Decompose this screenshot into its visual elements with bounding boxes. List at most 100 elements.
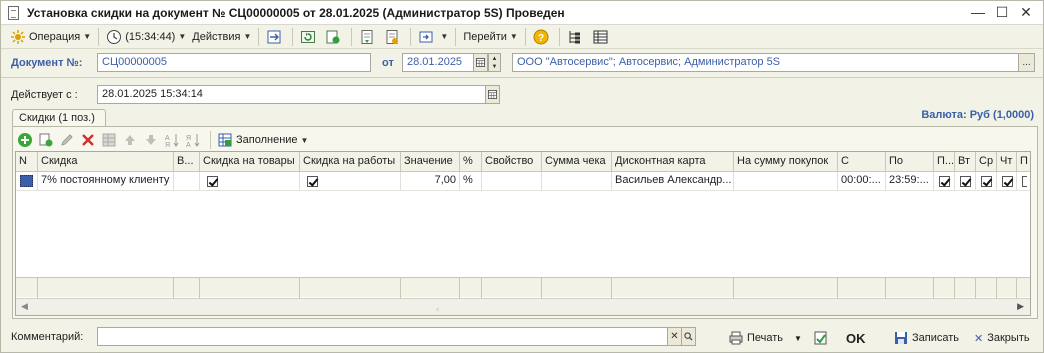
refresh-button[interactable] <box>297 27 322 47</box>
column-header[interactable]: Вт <box>955 152 976 172</box>
v-cell[interactable] <box>174 172 200 191</box>
organization-field[interactable]: ООО "Автосервис"; Автосервис; Администра… <box>512 53 1019 72</box>
goto-menu[interactable]: Перейти ▼ <box>460 27 521 47</box>
svg-text:Я: Я <box>165 142 170 148</box>
column-header[interactable]: % <box>460 152 482 172</box>
time-menu[interactable]: (15:34:44) ▼ <box>103 27 189 47</box>
purchase-sum-cell[interactable] <box>734 172 838 191</box>
discount-cell[interactable]: 7% постоянному клиенту <box>38 172 174 191</box>
edit-row-icon[interactable] <box>59 132 75 148</box>
check-sum-cell[interactable] <box>542 172 612 191</box>
list-button[interactable] <box>589 27 614 47</box>
effective-date-field[interactable]: 28.01.2025 15:34:14 <box>97 85 486 104</box>
row-selector[interactable] <box>16 172 38 191</box>
column-header[interactable]: В... <box>174 152 200 172</box>
document-number-field[interactable]: СЦ00000005 <box>97 53 371 72</box>
post-button[interactable] <box>263 27 288 47</box>
based-on-menu[interactable]: ▼ <box>415 27 451 47</box>
table-row[interactable]: 7% постоянному клиенту 7,00 % Васильев А… <box>16 172 1030 191</box>
post-and-close-button[interactable] <box>813 329 832 347</box>
monday-cell[interactable] <box>934 172 955 191</box>
column-header[interactable]: N <box>16 152 38 172</box>
column-header[interactable]: Скидка на работы <box>300 152 401 172</box>
goods-discount-cell[interactable] <box>200 172 300 191</box>
column-header[interactable]: Чт <box>997 152 1017 172</box>
percent-cell[interactable]: % <box>460 172 482 191</box>
search-comment-button[interactable] <box>681 327 696 346</box>
delete-row-icon[interactable] <box>80 132 96 148</box>
close-button[interactable]: ✕ <box>1017 3 1035 21</box>
chevron-down-icon: ▼ <box>243 32 252 41</box>
actions-menu[interactable]: Действия ▼ <box>189 27 254 47</box>
move-down-icon[interactable] <box>143 132 159 148</box>
friday-cell[interactable] <box>1017 172 1030 191</box>
date-spinner[interactable]: ▲ ▼ <box>488 53 501 72</box>
checkbox-checked[interactable] <box>307 176 318 187</box>
column-header[interactable]: Скидка <box>38 152 174 172</box>
chevron-down-icon: ▼ <box>440 32 449 41</box>
copy-row-icon[interactable] <box>38 132 54 148</box>
checkbox-checked[interactable] <box>960 176 971 187</box>
column-header[interactable]: П... <box>934 152 955 172</box>
time-from-cell[interactable]: 00:00:... <box>838 172 886 191</box>
column-header[interactable]: Ср <box>976 152 997 172</box>
property-cell[interactable] <box>482 172 542 191</box>
discount-card-cell[interactable]: Васильев Александр... <box>612 172 734 191</box>
ok-button[interactable]: OK <box>846 329 866 347</box>
copy-button[interactable] <box>322 27 347 47</box>
minimize-button[interactable]: — <box>969 3 987 21</box>
horizontal-scrollbar[interactable]: ◀ ▫ ▶ <box>16 298 1030 315</box>
column-header[interactable]: На сумму покупок <box>734 152 838 172</box>
checkbox-checked[interactable] <box>939 176 950 187</box>
add-row-icon[interactable] <box>17 132 33 148</box>
save-button[interactable]: Записать <box>893 329 959 347</box>
scroll-left-icon[interactable]: ◀ <box>21 301 28 312</box>
fill-menu[interactable]: Заполнение ▼ <box>217 130 308 150</box>
time-to-cell[interactable]: 23:59:... <box>886 172 934 191</box>
based-on-icon <box>418 29 434 45</box>
works-discount-cell[interactable] <box>300 172 401 191</box>
effective-calendar-button[interactable] <box>485 85 500 104</box>
print-menu-arrow[interactable]: ▼ <box>794 329 802 347</box>
calendar-button[interactable] <box>473 53 488 72</box>
toolbar-separator <box>98 27 100 46</box>
structure-button[interactable] <box>381 27 406 47</box>
move-up-icon[interactable] <box>122 132 138 148</box>
print-button[interactable]: Печать <box>728 329 783 347</box>
thursday-cell[interactable] <box>997 172 1017 191</box>
checkbox-checked[interactable] <box>1002 176 1013 187</box>
comment-field[interactable] <box>97 327 668 346</box>
operation-menu[interactable]: Операция ▼ <box>7 27 94 47</box>
column-header[interactable]: П <box>1017 152 1030 172</box>
column-header[interactable]: Дисконтная карта <box>612 152 734 172</box>
checkbox-partial[interactable] <box>1022 176 1027 187</box>
column-header[interactable]: С <box>838 152 886 172</box>
calendar-icon <box>488 90 497 99</box>
scroll-thumb[interactable]: ▫ <box>436 304 439 314</box>
tuesday-cell[interactable] <box>955 172 976 191</box>
column-header[interactable]: Значение <box>401 152 460 172</box>
help-button[interactable]: ? <box>530 27 555 47</box>
maximize-button[interactable]: ☐ <box>993 3 1011 21</box>
sort-ascending-icon[interactable]: АЯ <box>164 132 180 148</box>
scroll-right-icon[interactable]: ▶ <box>1017 301 1024 312</box>
column-header[interactable]: Скидка на товары <box>200 152 300 172</box>
column-header[interactable]: Сумма чека <box>542 152 612 172</box>
tree-button[interactable] <box>564 27 589 47</box>
tab-discounts[interactable]: Скидки (1 поз.) <box>12 109 106 127</box>
document-date-field[interactable]: 28.01.2025 <box>402 53 474 72</box>
effective-label: Действует с : <box>11 89 78 101</box>
table-icon[interactable] <box>101 132 117 148</box>
value-cell[interactable]: 7,00 <box>401 172 460 191</box>
actions-label: Действия <box>192 30 241 43</box>
column-header[interactable]: По <box>886 152 934 172</box>
column-header[interactable]: Свойство <box>482 152 542 172</box>
checkbox-checked[interactable] <box>981 176 992 187</box>
sort-descending-icon[interactable]: ЯА <box>185 132 201 148</box>
close-form-button[interactable]: ✕ Закрыть <box>974 329 1030 347</box>
checkbox-checked[interactable] <box>207 176 218 187</box>
print-doc-button[interactable] <box>356 27 381 47</box>
organization-select-button[interactable]: ... <box>1018 53 1035 72</box>
wednesday-cell[interactable] <box>976 172 997 191</box>
clear-comment-button[interactable]: ✕ <box>667 327 682 346</box>
